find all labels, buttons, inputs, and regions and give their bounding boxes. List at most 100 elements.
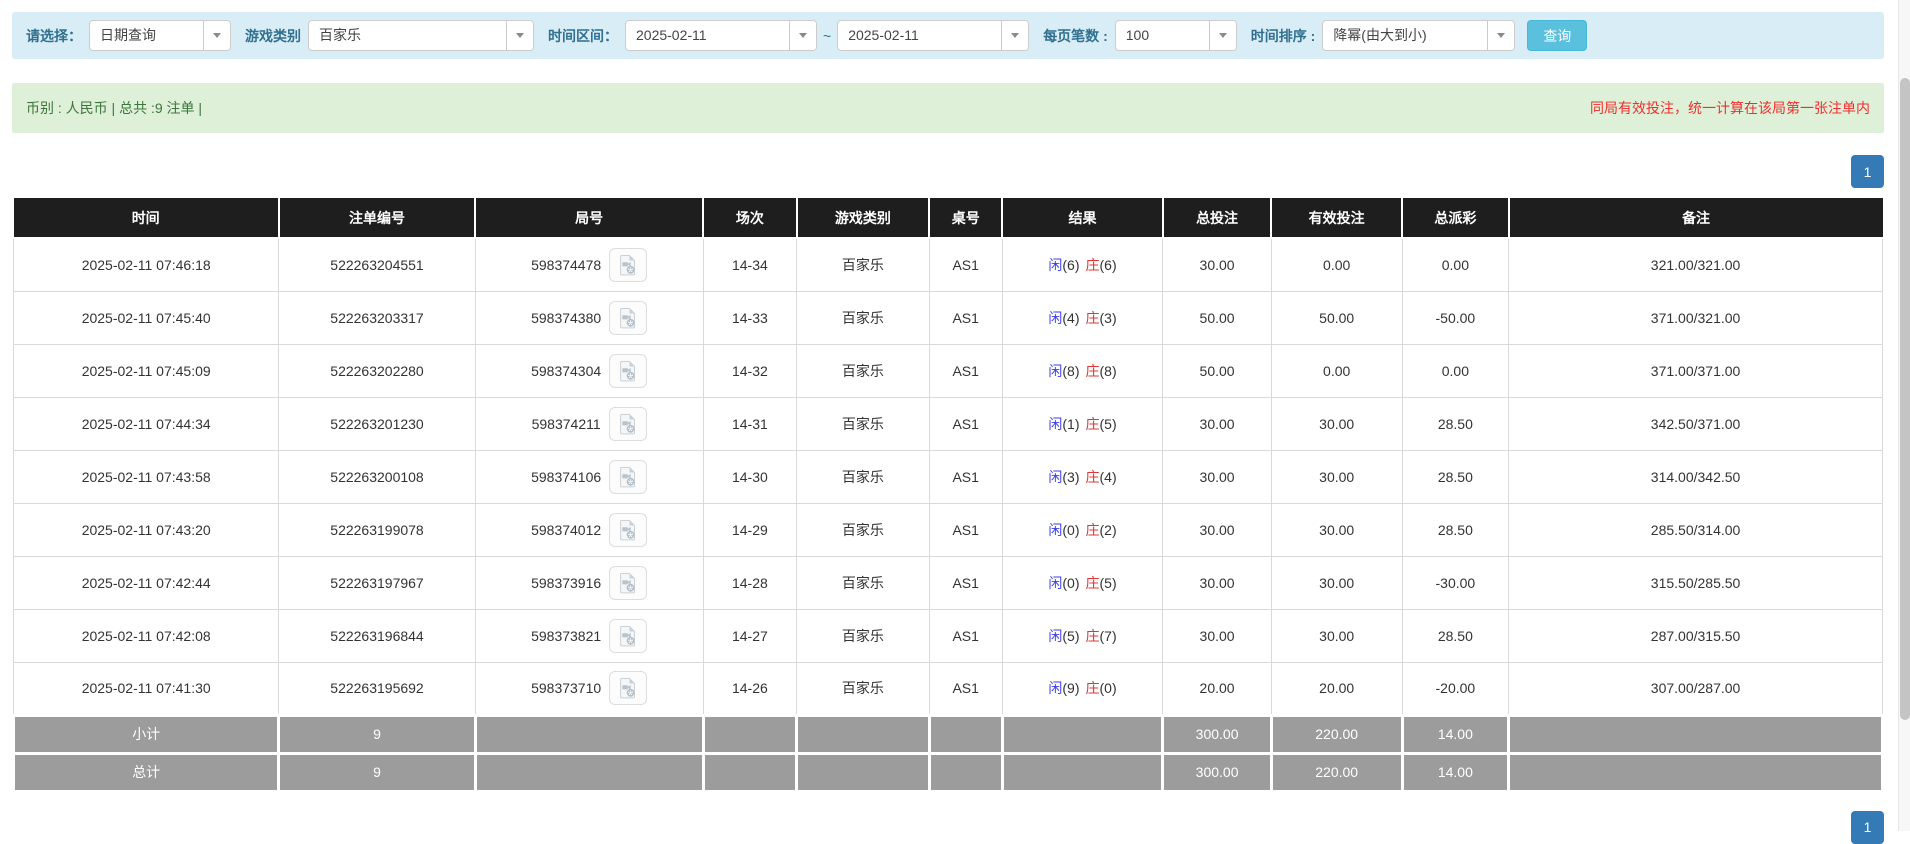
time-sort-select[interactable]: 降幂(由大到小): [1322, 20, 1516, 51]
video-replay-button[interactable]: [609, 512, 648, 547]
total-bet-cell[interactable]: 50.00: [1162, 290, 1272, 345]
total-bet-cell[interactable]: 30.00: [1162, 449, 1272, 504]
time-cell: 2025-02-11 07:43:20: [12, 502, 280, 557]
video-replay-button[interactable]: [609, 671, 648, 705]
video-replay-button[interactable]: [609, 459, 648, 494]
bets-table: 时间 注单编号 局号 场次 游戏类别 桌号 结果 总投注 有效投注 总派彩 备注 2025-02-1…: [11, 198, 1884, 793]
table-totals: 小计 9 300.00 220.00 14.00 总计 9 300.00 220.00 14.00: [11, 713, 1884, 793]
totals-empty-cell: [473, 751, 705, 793]
result-cell: 闲(0) 庄(2): [1001, 502, 1164, 557]
table-row: 2025-02-11 07:45:40 522263203317 598374380…: [12, 290, 1883, 345]
round-cell: 598374380: [474, 290, 704, 345]
chevron-down-icon: [789, 21, 816, 50]
result-player-label: 闲: [1048, 415, 1063, 432]
date-from-select[interactable]: 2025-02-11: [625, 20, 817, 51]
result-player-score: (0): [1062, 521, 1080, 538]
valid-bet-cell: 30.00: [1270, 396, 1403, 451]
table-code-cell: AS1: [928, 290, 1003, 345]
result-player-score: (6): [1062, 256, 1080, 273]
valid-bet-cell: 30.00: [1270, 555, 1403, 610]
valid-bet-cell: 20.00: [1270, 661, 1403, 716]
time-cell: 2025-02-11 07:43:58: [12, 449, 280, 504]
video-replay-button[interactable]: [609, 300, 648, 335]
round-number: 598374211: [531, 415, 601, 432]
table-row: 2025-02-11 07:46:18 522263204551 598374478…: [12, 237, 1883, 292]
payout-cell: 28.50: [1401, 608, 1510, 663]
video-file-icon: [620, 254, 636, 276]
table-row: 2025-02-11 07:41:30 522263195692 598373710…: [12, 661, 1883, 716]
round-cell: 598373916: [474, 555, 704, 610]
video-replay-button[interactable]: [609, 565, 648, 600]
round-number: 598374478: [531, 256, 602, 273]
round-number: 598374106: [531, 468, 602, 485]
scrollbar-thumb[interactable]: [1900, 78, 1910, 720]
remark-cell: 285.50/314.00: [1508, 502, 1883, 557]
table-row: 2025-02-11 07:44:34 522263201230 598374211…: [12, 396, 1883, 451]
total-bet-cell[interactable]: 50.00: [1162, 343, 1272, 398]
totals-empty-cell: [701, 751, 799, 793]
round-number: 598374380: [531, 309, 602, 326]
bet-id-cell: 522263200108: [278, 449, 476, 504]
game-cell: 百家乐: [796, 343, 930, 398]
video-file-icon: [620, 360, 636, 381]
totals-label-cell: 小计: [11, 713, 281, 755]
result-banker-score: (2): [1099, 521, 1117, 538]
result-cell: 闲(4) 庄(3): [1001, 290, 1164, 345]
result-player-label: 闲: [1048, 309, 1063, 326]
round-number: 598374012: [531, 521, 602, 538]
column-header: 总派彩: [1402, 198, 1510, 239]
filter-bar: 请选择： 日期查询 游戏类别 百家乐 时间区间： 2025-02-11 ~ 20…: [12, 12, 1884, 59]
time-sort-value: 降幂(由大到小): [1333, 27, 1427, 43]
game-category-label: 游戏类别: [245, 27, 301, 44]
game-cell: 百家乐: [796, 555, 930, 610]
valid-bet-cell: 30.00: [1270, 502, 1403, 557]
video-replay-button[interactable]: [609, 618, 648, 653]
pagination-bottom: 1: [12, 810, 1884, 844]
totals-empty-cell: [795, 713, 931, 755]
time-cell: 2025-02-11 07:45:40: [12, 290, 280, 345]
video-replay-button[interactable]: [609, 353, 648, 388]
total-bet-cell[interactable]: 30.00: [1162, 555, 1272, 610]
round-cell: 598374211: [474, 396, 704, 451]
remark-cell: 314.00/342.50: [1508, 449, 1883, 504]
remark-cell: 307.00/287.00: [1508, 661, 1883, 716]
game-cell: 百家乐: [796, 396, 930, 451]
page-1-button-bottom[interactable]: 1: [1851, 810, 1884, 844]
game-cell: 百家乐: [796, 502, 930, 557]
round-number: 598373916: [531, 574, 602, 591]
session-cell: 14-30: [702, 449, 798, 504]
page-1-button[interactable]: 1: [1851, 155, 1884, 188]
result-cell: 闲(9) 庄(0): [1001, 661, 1164, 716]
page-size-select[interactable]: 100: [1114, 20, 1237, 51]
result-banker-label: 庄: [1085, 309, 1100, 326]
table-row: 2025-02-11 07:42:08 522263196844 598373821…: [12, 608, 1883, 663]
video-replay-button[interactable]: [609, 247, 648, 282]
video-replay-button[interactable]: [608, 406, 647, 441]
total-bet-cell[interactable]: 20.00: [1162, 661, 1272, 716]
total-bet-cell[interactable]: 30.00: [1162, 502, 1272, 557]
result-player-label: 闲: [1048, 468, 1063, 485]
game-category-select[interactable]: 百家乐: [308, 20, 534, 51]
game-cell: 百家乐: [796, 661, 930, 716]
table-row: 2025-02-11 07:42:44 522263197967 598373916…: [12, 555, 1883, 610]
game-cell: 百家乐: [796, 449, 930, 504]
table-code-cell: AS1: [928, 237, 1003, 292]
bet-id-cell: 522263199078: [278, 502, 476, 557]
totals-remark-cell: [1507, 713, 1884, 755]
result-banker-label: 庄: [1085, 574, 1100, 591]
total-bet-cell[interactable]: 30.00: [1162, 396, 1272, 451]
bet-id-cell: 522263196844: [278, 608, 476, 663]
query-type-value: 日期查询: [100, 27, 156, 43]
game-category-value: 百家乐: [319, 27, 361, 43]
vertical-scrollbar[interactable]: [1898, 0, 1910, 831]
table-code-cell: AS1: [928, 502, 1003, 557]
query-type-select[interactable]: 日期查询: [89, 20, 231, 51]
total-bet-cell[interactable]: 30.00: [1162, 237, 1272, 292]
totals-count-cell: 9: [277, 713, 477, 755]
bet-id-cell: 522263202280: [278, 343, 476, 398]
search-button[interactable]: 查询: [1527, 20, 1588, 51]
subtotal-row: 小计 9 300.00 220.00 14.00: [11, 713, 1884, 755]
date-to-select[interactable]: 2025-02-11: [837, 20, 1030, 51]
total-bet-cell[interactable]: 30.00: [1162, 608, 1272, 663]
result-player-label: 闲: [1048, 362, 1063, 379]
